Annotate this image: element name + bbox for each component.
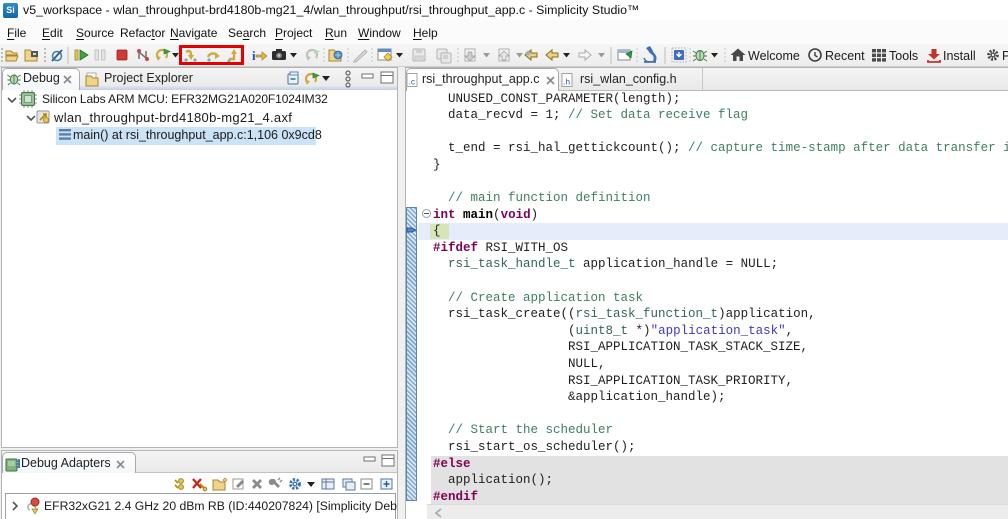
svg-text:.c: .c	[409, 77, 416, 87]
svg-text:.h: .h	[563, 77, 570, 87]
svg-text:i: i	[252, 48, 256, 63]
